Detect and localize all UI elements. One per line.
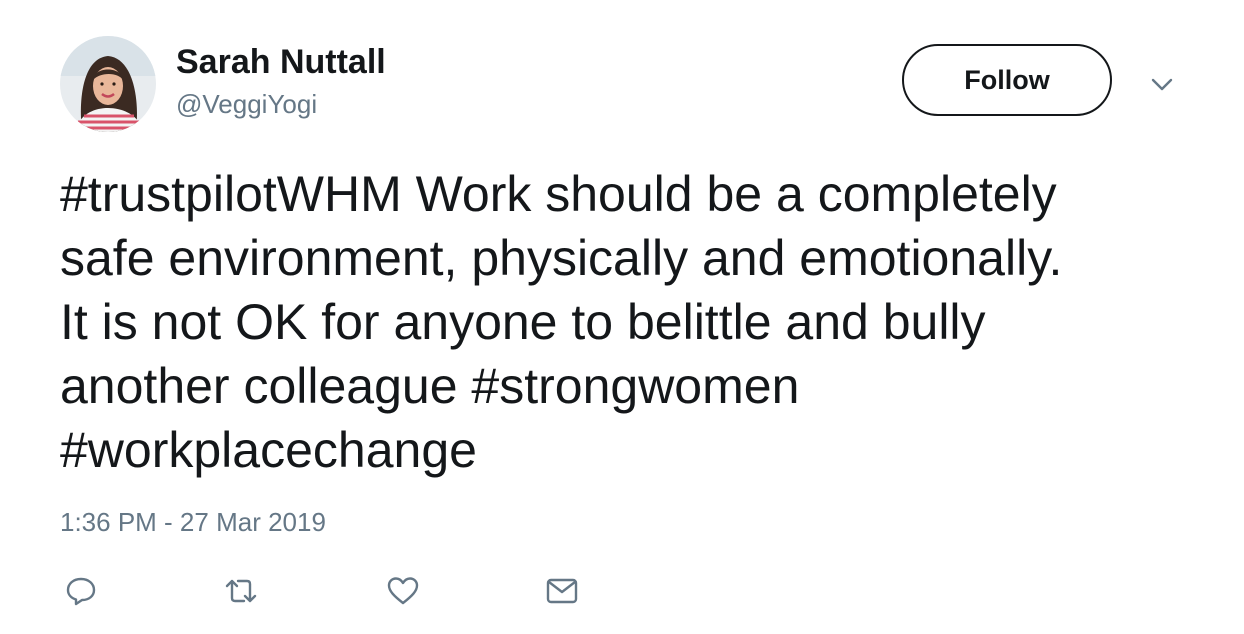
heart-icon	[387, 577, 419, 605]
tweet-text-line: another colleague #strongwomen	[60, 358, 800, 414]
direct-message-button[interactable]	[545, 574, 579, 608]
reply-button[interactable]	[64, 574, 98, 608]
like-button[interactable]	[386, 574, 420, 608]
tweet-text-line: #trustpilotWHM Work should be a complete…	[60, 166, 1057, 222]
tweet-text-line: #workplacechange	[60, 422, 477, 478]
retweet-icon	[225, 579, 257, 603]
follow-button[interactable]: Follow	[902, 44, 1112, 116]
author-handle[interactable]: @VeggiYogi	[176, 88, 317, 120]
avatar-photo	[60, 36, 156, 132]
tweet-timestamp[interactable]: 1:36 PM - 27 Mar 2019	[60, 506, 326, 538]
tweet-text: #trustpilotWHM Work should be a complete…	[60, 162, 1210, 482]
retweet-button[interactable]	[224, 574, 258, 608]
tweet-text-line: It is not OK for anyone to belittle and …	[60, 294, 986, 350]
avatar[interactable]	[60, 36, 156, 132]
tweet-text-line: safe environment, physically and emotion…	[60, 230, 1063, 286]
envelope-icon	[546, 578, 578, 604]
author-display-name[interactable]: Sarah Nuttall	[176, 42, 386, 82]
chevron-down-icon[interactable]	[1148, 70, 1176, 98]
reply-icon	[66, 577, 96, 606]
